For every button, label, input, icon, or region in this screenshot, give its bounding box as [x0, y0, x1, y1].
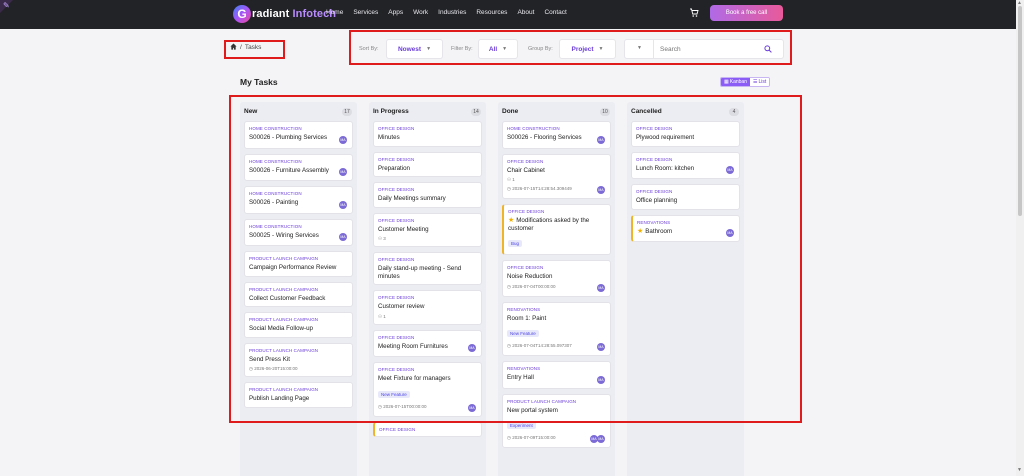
assignee-avatar[interactable]: MA: [590, 435, 598, 443]
task-project: OFFICE DESIGN: [379, 426, 416, 432]
pin-icon: ✎: [3, 1, 10, 10]
scroll-up-icon[interactable]: ▲: [1017, 0, 1022, 6]
list-icon: ☰: [752, 79, 758, 85]
logo-text: radiant Infotech: [252, 8, 336, 20]
list-label: List: [758, 79, 767, 85]
filter-label: Filter By:: [451, 46, 473, 52]
nav-link-work[interactable]: Work: [413, 9, 428, 16]
book-call-button[interactable]: Book a free call: [710, 5, 783, 21]
search-button[interactable]: [753, 40, 783, 58]
home-icon[interactable]: [230, 43, 237, 52]
nav-link-resources[interactable]: Resources: [476, 9, 507, 16]
search-scope-dropdown[interactable]: ▼: [637, 45, 642, 51]
sort-select[interactable]: Nowest ▼: [386, 39, 443, 59]
task-card[interactable]: OFFICE DESIGN: [373, 421, 482, 437]
breadcrumb-separator: /: [240, 44, 242, 51]
search-icon: [764, 45, 772, 53]
chevron-down-icon: ▼: [426, 46, 432, 52]
filter-select[interactable]: All ▼: [478, 39, 518, 59]
chevron-down-icon: ▼: [598, 46, 604, 52]
nav-link-about[interactable]: About: [517, 9, 534, 16]
breadcrumb-current: Tasks: [244, 44, 262, 51]
task-tag: Experiment: [507, 422, 536, 429]
nav-link-industries[interactable]: Industries: [438, 9, 466, 16]
highlight-kanban: [229, 95, 802, 423]
top-navbar: G radiant Infotech Home Services Apps Wo…: [0, 0, 1016, 29]
task-deadline-value: 2026-07-09T15:00:00: [512, 435, 556, 440]
logo[interactable]: G radiant Infotech: [233, 5, 336, 23]
group-value: Project: [571, 45, 594, 53]
sort-label: Sort By:: [359, 46, 379, 52]
breadcrumb: / Tasks: [230, 43, 261, 52]
kanban-label: Kanban: [729, 79, 747, 85]
divider: [653, 40, 654, 58]
group-label: Group By:: [528, 46, 553, 52]
nav-links: Home Services Apps Work Industries Resou…: [326, 9, 577, 16]
nav-link-apps[interactable]: Apps: [388, 9, 403, 16]
scrollbar-thumb[interactable]: [1018, 6, 1022, 216]
view-toggle: ▦ Kanban ☰ List: [720, 77, 771, 87]
logo-mark: G: [233, 5, 251, 23]
nav-link-home[interactable]: Home: [326, 9, 343, 16]
chevron-down-icon: ▼: [502, 46, 508, 52]
group-select[interactable]: Project ▼: [559, 39, 616, 59]
cart-icon[interactable]: [688, 8, 700, 20]
kanban-icon: ▦: [724, 79, 729, 85]
filter-value: All: [488, 45, 498, 53]
sort-value: Nowest: [397, 45, 422, 53]
page-title: My Tasks: [240, 77, 278, 87]
search-input[interactable]: [660, 43, 745, 55]
assignee-avatar[interactable]: MA: [597, 435, 605, 443]
logo-word: radiant: [252, 8, 290, 20]
nav-link-contact[interactable]: Contact: [544, 9, 566, 16]
kanban-view-button[interactable]: ▦ Kanban: [721, 78, 750, 86]
scroll-down-icon[interactable]: ▼: [1017, 467, 1022, 473]
nav-link-services[interactable]: Services: [353, 9, 378, 16]
search-group: ▼: [624, 39, 784, 59]
list-view-button[interactable]: ☰ List: [749, 78, 770, 86]
